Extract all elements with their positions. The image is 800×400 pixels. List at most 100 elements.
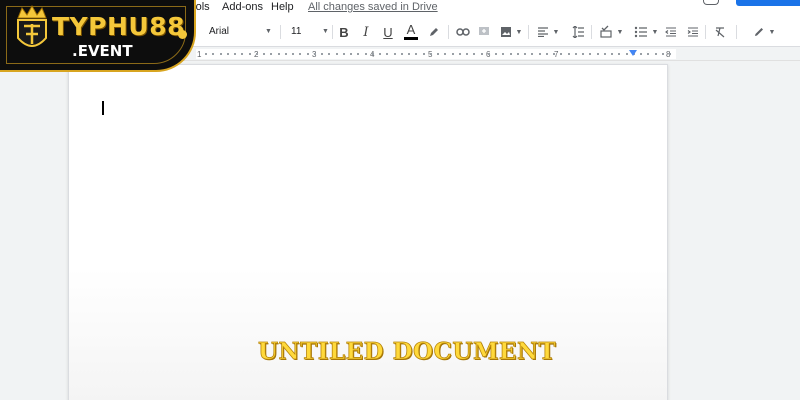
logo-text: TYPHU88 [52,12,185,41]
decrease-indent-icon[interactable] [664,17,678,47]
ruler-tick [647,53,650,55]
ruler-tick [371,53,374,55]
ruler-tick [219,53,222,55]
text-color-swatch [404,37,418,40]
ruler-tick [473,53,476,55]
toolbar-divider [591,25,592,39]
ruler-tick [393,53,396,55]
ruler-tick [524,53,526,55]
ruler-tick [234,53,236,55]
increase-indent-icon[interactable] [686,17,700,47]
line-spacing-icon[interactable] [570,17,586,47]
ruler-tick [603,53,606,55]
ruler-tick [495,53,497,55]
align-button[interactable]: ▼ [535,17,561,47]
ruler-tick [422,53,425,55]
text-color-button[interactable]: A [403,17,419,47]
editing-mode-button[interactable]: ▼ [750,17,778,47]
save-status-link[interactable]: All changes saved in Drive [308,1,438,13]
ruler-tick [553,53,555,55]
bulleted-list-button[interactable]: ▼ [632,17,660,47]
ruler-tick [415,53,418,55]
highlight-pen-icon[interactable] [427,17,441,47]
font-size-select[interactable]: 11 [291,26,301,37]
font-family-caret-icon[interactable]: ▼ [265,28,272,35]
ruler-tick [386,53,389,55]
ruler-tick [531,53,534,55]
ruler-tick [205,53,207,55]
ruler-tick [545,53,548,55]
ruler-tick [560,53,563,55]
bulleted-list-icon [634,26,647,38]
chevron-down-icon: ▼ [616,28,624,36]
ruler-tick [466,53,468,55]
ruler-tick [226,53,229,55]
toolbar-divider [705,25,706,39]
checklist-button[interactable]: ▼ [597,17,625,47]
italic-button[interactable]: I [359,17,373,47]
ruler-tick [487,53,490,55]
clear-formatting-icon[interactable] [713,17,727,47]
checklist-icon [599,25,612,38]
toolbar-divider [448,25,449,39]
ruler-tick [357,53,360,55]
comment-history-icon[interactable] [703,0,719,5]
crown-shield-icon [17,4,47,47]
ruler-tick [400,53,403,55]
ruler-tick [263,53,265,55]
overlay-title: UNTILED DOCUMENT [258,338,557,366]
add-comment-icon[interactable] [477,17,491,47]
chevron-down-icon: ▼ [768,28,776,36]
ruler-tick [611,53,613,55]
text-cursor [102,101,104,115]
ruler-tick [350,53,352,55]
underline-button[interactable]: U [381,17,395,47]
ruler-tick [328,53,331,55]
ruler-tick [255,53,258,55]
ruler-tick [241,53,244,55]
ruler-tick [342,53,345,55]
link-icon[interactable] [455,17,471,47]
toolbar-divider [736,25,737,39]
logo-subtext: .EVENT [72,42,133,60]
ruler-tick [299,53,302,55]
ruler-tick [582,53,584,55]
ruler-tick [661,53,664,55]
ruler-tick [502,53,505,55]
ruler-tick [248,53,251,55]
ruler-tick [516,53,519,55]
ruler-tick [277,53,280,55]
ruler-tick [437,53,439,55]
menu-add-ons[interactable]: Add-ons [222,1,263,13]
ruler-tick [538,53,541,55]
toolbar-divider [528,25,529,39]
ruler-tick [321,53,323,55]
bold-button[interactable]: B [337,17,351,47]
toolbar-divider [280,25,281,39]
ruler-tick [480,53,483,55]
ruler-tick [306,53,309,55]
ruler-tick [444,53,447,55]
chevron-down-icon: ▼ [515,28,523,36]
ruler-tick [654,53,657,55]
ruler-tick [379,53,381,55]
text-color-icon: A [406,22,416,37]
ruler-tick [284,53,287,55]
menu-help[interactable]: Help [271,1,294,13]
ruler-tick [509,53,512,55]
insert-image-button[interactable]: ▼ [498,17,524,47]
ruler-tick [567,53,570,55]
align-left-icon [537,27,548,37]
ruler-tick [212,53,215,55]
share-button[interactable] [736,0,800,6]
brand-logo: TYPHU88 .EVENT [0,0,196,72]
chevron-down-icon: ▼ [552,28,560,36]
toolbar-divider [332,25,333,39]
ruler-tick [458,53,461,55]
ruler-tick [451,53,454,55]
font-size-caret-icon[interactable]: ▼ [322,28,329,35]
ruler-tick [589,53,592,55]
logo-dot [178,30,187,39]
right-indent-marker[interactable] [629,50,637,56]
font-family-select[interactable]: Arial [209,26,229,37]
